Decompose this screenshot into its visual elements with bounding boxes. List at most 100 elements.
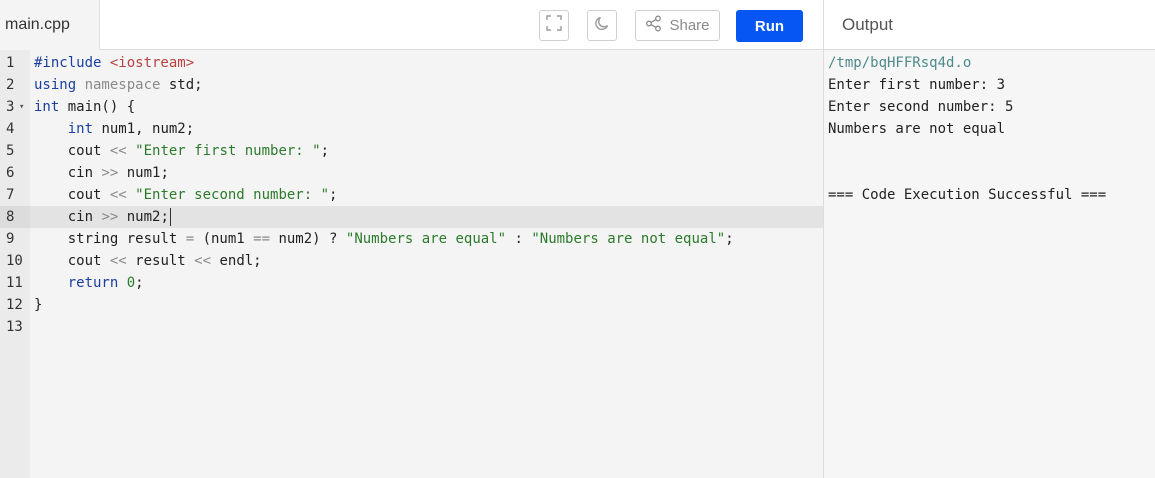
code-token: << [109, 253, 136, 269]
code-token: return [67, 275, 127, 291]
code-line[interactable]: 3 ▾ int main() { [0, 96, 823, 118]
moon-icon [594, 15, 610, 36]
code-token: std; [168, 77, 203, 93]
code-token: 0 [126, 275, 136, 291]
top-toolbar: main.cpp Share Run Output [0, 0, 1155, 50]
code-token: cout [34, 253, 110, 269]
code-token: cin [34, 165, 102, 181]
fullscreen-icon [546, 15, 562, 36]
code-text: cout << "Enter second number: "; [34, 184, 338, 206]
code-text: } [34, 294, 42, 316]
code-token: int [67, 121, 102, 137]
output-lines: /tmp/bqHFFRsq4d.o Enter first number: 3 En… [828, 52, 1155, 206]
line-number: 11 [0, 272, 30, 294]
code-token: string result [34, 231, 186, 247]
share-button[interactable]: Share [635, 10, 720, 41]
line-number: 2 [0, 74, 30, 96]
code-token: namespace [84, 77, 169, 93]
code-editor[interactable]: 1 #include <iostream> 2 using namespace std… [0, 50, 823, 478]
code-text: using namespace std; [34, 74, 203, 96]
line-number: 10 [0, 250, 30, 272]
line-number: 3 [0, 96, 30, 118]
code-token: num1, num2; [101, 121, 195, 137]
code-line[interactable]: 5 cout << "Enter first number: "; [0, 140, 823, 162]
code-line[interactable]: 7 cout << "Enter second number: "; [0, 184, 823, 206]
code-token: <iostream> [109, 55, 195, 71]
file-tab-main-cpp[interactable]: main.cpp [0, 0, 100, 50]
code-line[interactable]: 13 [0, 316, 823, 338]
code-token: endl; [219, 253, 262, 269]
output-line: === Code Execution Successful === [828, 187, 1107, 203]
output-title: Output [842, 15, 894, 34]
code-token: << [109, 143, 136, 159]
output-line: Numbers are not equal [828, 121, 1006, 137]
fullscreen-button[interactable] [539, 10, 569, 41]
line-number: 12 [0, 294, 30, 316]
line-number: 6 [0, 162, 30, 184]
code-text: #include <iostream> [34, 52, 194, 74]
code-token: int [34, 99, 68, 115]
code-token: = [185, 231, 203, 247]
code-line[interactable]: 11 return 0; [0, 272, 823, 294]
code-token: (num1 [202, 231, 254, 247]
code-token: num2) ? [278, 231, 346, 247]
line-number: 13 [0, 316, 30, 338]
code-token: ; [725, 231, 734, 247]
code-text: cout << result << endl; [34, 250, 262, 272]
code-token: num2; [126, 209, 169, 225]
code-token: result [135, 253, 195, 269]
code-token: : [506, 231, 532, 247]
code-token: >> [101, 209, 127, 225]
share-icon [645, 15, 662, 36]
code-token: cout [34, 143, 110, 159]
code-text: int main() { [34, 96, 135, 118]
code-token: "Enter second number: " [135, 187, 330, 203]
code-token: } [34, 297, 43, 313]
output-line: Enter first number: 3 [828, 77, 1006, 93]
theme-toggle-button[interactable] [587, 10, 617, 41]
code-line[interactable]: 2 using namespace std; [0, 74, 823, 96]
file-tab-label: main.cpp [5, 16, 70, 33]
run-button[interactable]: Run [736, 10, 803, 42]
code-line[interactable]: 10 cout << result << endl; [0, 250, 823, 272]
code-token: "Numbers are not equal" [531, 231, 726, 247]
code-token: #include [34, 55, 110, 71]
code-token: main() { [67, 99, 136, 115]
code-text: return 0; [34, 272, 144, 294]
code-token: << [194, 253, 220, 269]
line-number: 4 [0, 118, 30, 140]
code-line[interactable]: 9 string result = (num1 == num2) ? "Numb… [0, 228, 823, 250]
code-text: cout << "Enter first number: "; [34, 140, 329, 162]
text-cursor [169, 208, 171, 226]
line-number: 1 [0, 52, 30, 74]
share-label: Share [669, 17, 710, 34]
code-line[interactable]: 1 #include <iostream> [0, 52, 823, 74]
code-token: >> [101, 165, 127, 181]
code-token: ; [329, 187, 338, 203]
output-binary-path: /tmp/bqHFFRsq4d.o [828, 55, 972, 71]
code-token: "Numbers are equal" [345, 231, 507, 247]
code-line[interactable]: 4 int num1, num2; [0, 118, 823, 140]
output-panel: /tmp/bqHFFRsq4d.o Enter first number: 3 En… [824, 50, 1155, 478]
code-text: cin >> num2; [34, 206, 171, 228]
output-line: Enter second number: 5 [828, 99, 1014, 115]
fold-toggle-icon[interactable]: ▾ [19, 96, 24, 118]
code-token: "Enter first number: " [135, 143, 321, 159]
code-token: cin [34, 209, 102, 225]
line-number: 5 [0, 140, 30, 162]
code-token: == [253, 231, 279, 247]
code-text: string result = (num1 == num2) ? "Number… [34, 228, 734, 250]
code-token: using [34, 77, 85, 93]
code-text: int num1, num2; [34, 118, 194, 140]
line-number: 8 [0, 206, 30, 228]
code-token: num1; [126, 165, 169, 181]
code-token: ; [320, 143, 330, 159]
code-line[interactable]: 6 cin >> num1; [0, 162, 823, 184]
code-line[interactable]: 12} [0, 294, 823, 316]
line-number: 7 [0, 184, 30, 206]
code-line[interactable]: 8 cin >> num2; [0, 206, 823, 228]
